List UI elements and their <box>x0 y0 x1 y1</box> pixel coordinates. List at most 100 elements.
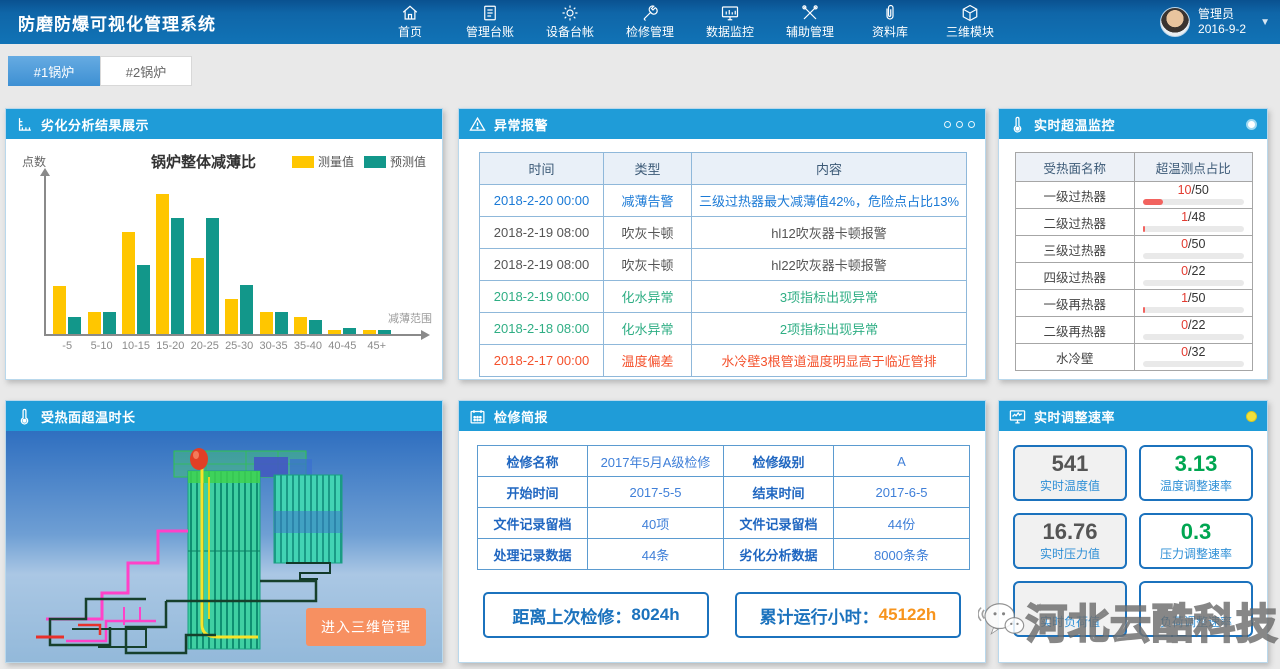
alarm-cell: 2018-2-19 00:00 <box>480 281 604 313</box>
bar <box>225 299 238 334</box>
overtemp-row: 一级再热器1/50 <box>1016 290 1253 317</box>
alarm-cell: 吹灰卡顿 <box>604 249 692 281</box>
nav-label: 检修管理 <box>626 23 674 40</box>
column-header: 类型 <box>604 153 692 185</box>
app-title: 防磨防爆可视化管理系统 <box>0 10 370 35</box>
nav-item-6[interactable]: 资料库 <box>850 0 930 44</box>
x-tick-label: 25-30 <box>223 340 255 352</box>
ratio-bar-fill <box>1143 226 1145 232</box>
overtemp-count: 0 <box>1181 237 1188 251</box>
alarm-table-head: 时间类型内容 <box>480 153 967 185</box>
x-tick-label: 30-35 <box>258 340 290 352</box>
nav-item-2[interactable]: 设备台帐 <box>530 0 610 44</box>
bar <box>103 312 116 334</box>
bar <box>378 330 391 334</box>
alarm-cell: 三级过热器最大减薄值42%，危险点占比13% <box>692 185 967 217</box>
panel-title: 劣化分析结果展示 <box>41 115 149 134</box>
field-value: 44份 <box>834 508 970 539</box>
x-tick-label: 40-45 <box>326 340 358 352</box>
chevron-down-icon[interactable]: ▼ <box>1260 17 1270 28</box>
field-label: 检修级别 <box>724 446 834 477</box>
bar <box>122 232 135 334</box>
legend-swatch <box>364 156 386 168</box>
alarm-cell: hl12吹灰器卡顿报警 <box>692 217 967 249</box>
x-tick-label: 45+ <box>361 340 393 352</box>
dot-icon[interactable] <box>956 121 963 128</box>
enter-3d-management-button[interactable]: 进入三维管理 <box>306 608 426 646</box>
rate-card-2: 16.76实时压力值 <box>1013 513 1127 569</box>
boiler-3d-viewport[interactable]: 进入三维管理 <box>6 431 442 662</box>
panel-title: 异常报警 <box>494 115 548 134</box>
panel-title: 实时调整速率 <box>1034 407 1115 426</box>
nav-item-1[interactable]: 管理台账 <box>450 0 530 44</box>
thermometer-icon <box>1009 116 1026 133</box>
field-label: 文件记录留档 <box>724 508 834 539</box>
overtemp-row: 二级再热器0/22 <box>1016 317 1253 344</box>
bar <box>53 286 66 334</box>
monitor-wave-icon <box>1009 408 1026 425</box>
nav-item-5[interactable]: 辅助管理 <box>770 0 850 44</box>
bar <box>260 312 273 334</box>
avatar[interactable] <box>1160 7 1190 37</box>
bar <box>309 320 322 334</box>
alarm-row[interactable]: 2018-2-20 00:00减薄告警三级过热器最大减薄值42%，危险点占比13… <box>480 185 967 217</box>
dot-icon[interactable] <box>944 121 951 128</box>
stat-value: 8024h <box>631 605 679 625</box>
ratio-bar-track <box>1143 280 1245 286</box>
alarm-row[interactable]: 2018-2-19 00:00化水异常3项指标出现异常 <box>480 281 967 313</box>
bar-group <box>223 285 255 334</box>
panel-rates-header: 实时调整速率 <box>999 401 1267 431</box>
bar-group <box>154 194 186 334</box>
bar <box>68 317 81 334</box>
column-header: 超温测点占比 <box>1134 153 1253 182</box>
alarm-row[interactable]: 2018-2-19 08:00吹灰卡顿hl22吹灰器卡顿报警 <box>480 249 967 281</box>
surface-name: 四级过热器 <box>1016 263 1135 290</box>
nav-label: 辅助管理 <box>786 23 834 40</box>
nav-item-3[interactable]: 检修管理 <box>610 0 690 44</box>
overtemp-row: 一级过热器10/50 <box>1016 182 1253 209</box>
nav-item-7[interactable]: 三维模块 <box>930 0 1010 44</box>
panel-realtime-overtemp: 实时超温监控 受热面名称超温测点占比 一级过热器10/50二级过热器1/48三级… <box>998 108 1268 380</box>
bar-group <box>361 330 393 334</box>
dot-icon[interactable] <box>968 121 975 128</box>
alarm-table: 时间类型内容 2018-2-20 00:00减薄告警三级过热器最大减薄值42%，… <box>479 152 967 377</box>
paperclip-icon <box>880 4 900 22</box>
panel-title: 实时超温监控 <box>1034 115 1115 134</box>
overtemp-ratio-cell: 0/50 <box>1134 236 1253 263</box>
radio-dot-icon[interactable] <box>1246 119 1257 130</box>
field-value: 40项 <box>588 508 724 539</box>
x-tick-label: 5-10 <box>86 340 118 352</box>
maintenance-stat-button-0[interactable]: 距离上次检修：8024h <box>483 592 709 638</box>
overtemp-row: 四级过热器0/22 <box>1016 263 1253 290</box>
alarm-cell: 2018-2-19 08:00 <box>480 217 604 249</box>
alarm-row[interactable]: 2018-2-19 08:00吹灰卡顿hl12吹灰器卡顿报警 <box>480 217 967 249</box>
alarm-cell: 2018-2-17 00:00 <box>480 345 604 377</box>
bar <box>294 317 307 334</box>
legend-item: 测量值 <box>292 153 354 170</box>
alarm-row[interactable]: 2018-2-18 08:00化水异常2项指标出现异常 <box>480 313 967 345</box>
field-value: 44条 <box>588 539 724 570</box>
nav-item-0[interactable]: 首页 <box>370 0 450 44</box>
nav-item-4[interactable]: 数据监控 <box>690 0 770 44</box>
overtemp-ratio-cell: 1/48 <box>1134 209 1253 236</box>
panel-maintenance-brief: 检修简报 检修名称2017年5月A级检修检修级别A开始时间2017-5-5结束时… <box>458 400 986 663</box>
ledger-icon <box>480 4 500 22</box>
bar-group <box>189 218 221 334</box>
tab-boiler-2[interactable]: #2锅炉 <box>100 56 192 86</box>
maintenance-stat-button-1[interactable]: 累计运行小时：45122h <box>735 592 961 638</box>
status-dot-icon[interactable] <box>1246 411 1257 422</box>
field-label: 结束时间 <box>724 477 834 508</box>
rate-card-5: 负荷调整速率 <box>1139 581 1253 637</box>
nav-label: 设备台帐 <box>546 23 594 40</box>
tab-boiler-1[interactable]: #1锅炉 <box>8 56 100 86</box>
overtemp-table-head: 受热面名称超温测点占比 <box>1016 153 1253 182</box>
panel-boiler-header: 受热面超温时长 <box>6 401 442 431</box>
bar <box>137 265 150 334</box>
user-block[interactable]: 管理员 2016-9-2 ▼ <box>1160 0 1270 44</box>
alarm-row[interactable]: 2018-2-17 00:00温度偏差水冷壁3根管道温度明显高于临近管排 <box>480 345 967 377</box>
column-header: 内容 <box>692 153 967 185</box>
alarm-cell: 吹灰卡顿 <box>604 217 692 249</box>
alarm-header-controls[interactable] <box>944 121 975 128</box>
overtemp-count: 0 <box>1181 318 1188 332</box>
x-tick-label: 15-20 <box>154 340 186 352</box>
